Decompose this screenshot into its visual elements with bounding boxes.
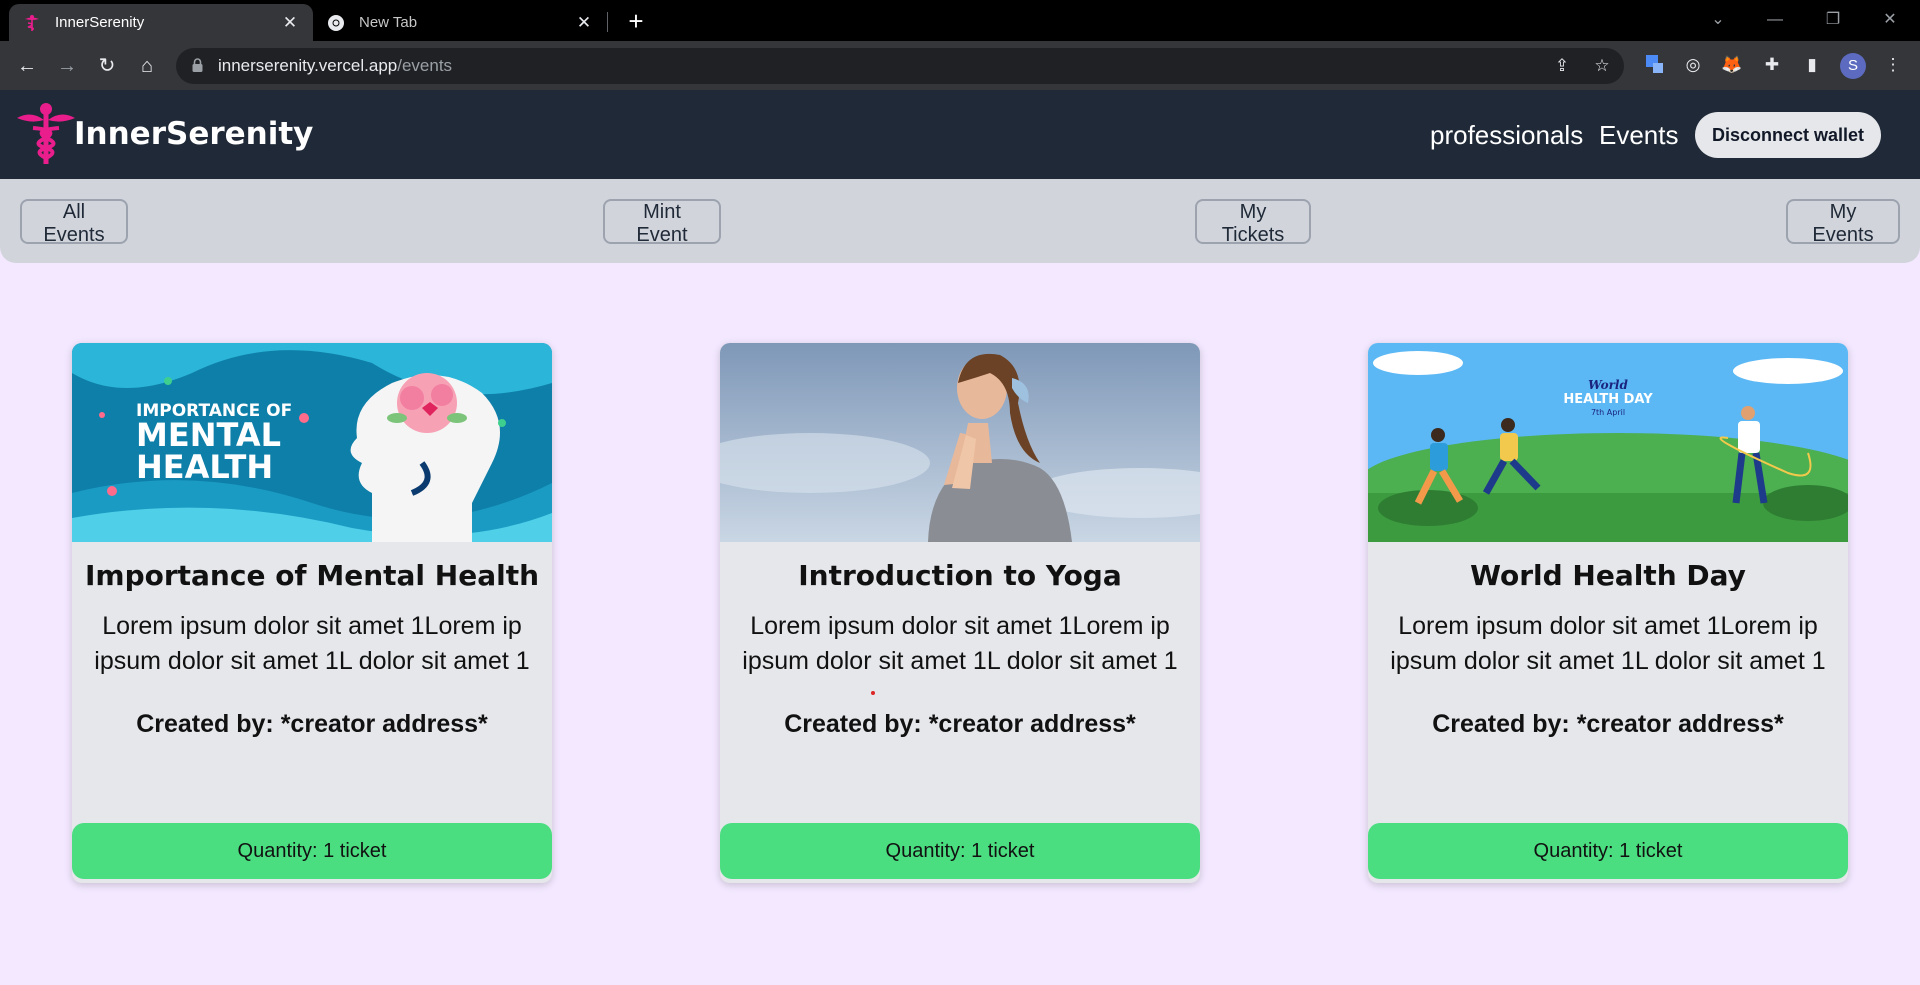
event-title: Importance of Mental Health bbox=[84, 559, 540, 592]
tab-search-icon[interactable]: ⌄ bbox=[1698, 6, 1738, 34]
event-title: Introduction to Yoga bbox=[798, 559, 1122, 592]
url-host: innerserenity.vercel.app bbox=[218, 56, 398, 75]
mint-event-button[interactable]: Mint Event bbox=[603, 199, 721, 246]
event-description: Lorem ipsum dolor sit amet 1Lorem ip ips… bbox=[1390, 612, 1826, 675]
event-creator: Created by: *creator address* bbox=[136, 710, 488, 738]
metamask-fox-icon[interactable]: 🦊 bbox=[1720, 53, 1744, 77]
image-text-date: 7th April bbox=[1591, 408, 1625, 417]
event-card[interactable]: Introduction to Yoga Lorem ipsum dolor s… bbox=[720, 343, 1200, 883]
nav-professionals[interactable]: professionals bbox=[1430, 120, 1583, 151]
disconnect-wallet-button[interactable]: Disconnect wallet bbox=[1695, 112, 1881, 158]
url-text: innerserenity.vercel.app/events bbox=[218, 56, 452, 76]
url-path: /events bbox=[397, 56, 453, 75]
caduceus-favicon-icon bbox=[25, 14, 39, 31]
quantity-button[interactable]: Quantity: 1 ticket bbox=[72, 823, 552, 879]
side-panel-icon[interactable]: ▮ bbox=[1800, 53, 1824, 77]
caduceus-logo-icon[interactable] bbox=[15, 100, 77, 166]
tab-title: InnerSerenity bbox=[55, 14, 145, 31]
quantity-button[interactable]: Quantity: 1 ticket bbox=[1368, 823, 1848, 879]
event-creator: Created by: *creator address* bbox=[1432, 710, 1784, 738]
bookmark-star-icon[interactable]: ☆ bbox=[1592, 56, 1612, 76]
minimize-icon[interactable]: — bbox=[1755, 6, 1795, 34]
events-subnav: All Events Mint Event My Tickets My Even… bbox=[0, 179, 1920, 263]
app-header: InnerSerenity professionals Events Disco… bbox=[0, 90, 1920, 179]
tab-title: New Tab bbox=[359, 14, 418, 31]
event-creator: Created by: *creator address* bbox=[784, 710, 1136, 738]
brand-name[interactable]: InnerSerenity bbox=[74, 116, 313, 152]
reload-icon[interactable]: ↻ bbox=[92, 51, 122, 81]
browser-toolbar: ← → ↻ ⌂ innerserenity.vercel.app/events … bbox=[0, 41, 1920, 90]
browser-tab-inactive[interactable]: New Tab ✕ bbox=[313, 4, 607, 41]
target-extension-icon[interactable]: ◎ bbox=[1681, 53, 1705, 77]
back-icon[interactable]: ← bbox=[12, 51, 42, 81]
my-events-button[interactable]: My Events bbox=[1786, 199, 1900, 246]
lock-icon bbox=[192, 58, 203, 72]
browser-tabstrip: InnerSerenity ✕ New Tab ✕ + ⌄ — ❐ ✕ bbox=[0, 0, 1920, 41]
event-description: Lorem ipsum dolor sit amet 1Lorem ip ips… bbox=[742, 612, 1178, 675]
event-card[interactable]: IMPORTANCE OF MENTAL HEALTH Importance o… bbox=[72, 343, 552, 883]
menu-kebab-icon[interactable]: ⋮ bbox=[1881, 53, 1905, 77]
tab-separator bbox=[607, 12, 608, 32]
mental-health-image: IMPORTANCE OF MENTAL HEALTH bbox=[72, 343, 552, 542]
close-tab-icon[interactable]: ✕ bbox=[575, 13, 593, 32]
forward-icon[interactable]: → bbox=[52, 51, 82, 81]
extension-puzzle-color-icon[interactable] bbox=[1643, 53, 1667, 77]
quantity-button[interactable]: Quantity: 1 ticket bbox=[720, 823, 1200, 879]
image-text-world: World bbox=[1588, 378, 1628, 392]
world-health-day-image: World HEALTH DAY 7th April bbox=[1368, 343, 1848, 542]
chrome-icon bbox=[328, 14, 344, 31]
all-events-button[interactable]: All Events bbox=[20, 199, 128, 246]
profile-avatar[interactable]: S bbox=[1840, 53, 1866, 79]
image-text-health-day: HEALTH DAY bbox=[1563, 392, 1653, 407]
cursor-dot bbox=[871, 691, 875, 695]
restore-icon[interactable]: ❐ bbox=[1813, 6, 1853, 34]
browser-tab-active[interactable]: InnerSerenity ✕ bbox=[9, 4, 313, 41]
event-title: World Health Day bbox=[1470, 559, 1746, 592]
event-card[interactable]: World HEALTH DAY 7th April World Health … bbox=[1368, 343, 1848, 883]
extensions-puzzle-icon[interactable]: ✚ bbox=[1760, 53, 1784, 77]
new-tab-icon[interactable]: + bbox=[622, 8, 650, 36]
my-tickets-button[interactable]: My Tickets bbox=[1195, 199, 1311, 246]
image-text-line-3: HEALTH bbox=[136, 448, 273, 486]
home-icon[interactable]: ⌂ bbox=[132, 51, 162, 81]
close-tab-icon[interactable]: ✕ bbox=[281, 13, 299, 32]
event-description: Lorem ipsum dolor sit amet 1Lorem ip ips… bbox=[94, 612, 530, 675]
share-icon[interactable]: ⇪ bbox=[1552, 56, 1572, 76]
address-bar[interactable]: innerserenity.vercel.app/events ⇪ ☆ bbox=[176, 48, 1624, 84]
close-window-icon[interactable]: ✕ bbox=[1870, 6, 1910, 34]
yoga-woman-image bbox=[720, 343, 1200, 542]
nav-events[interactable]: Events bbox=[1599, 120, 1679, 151]
